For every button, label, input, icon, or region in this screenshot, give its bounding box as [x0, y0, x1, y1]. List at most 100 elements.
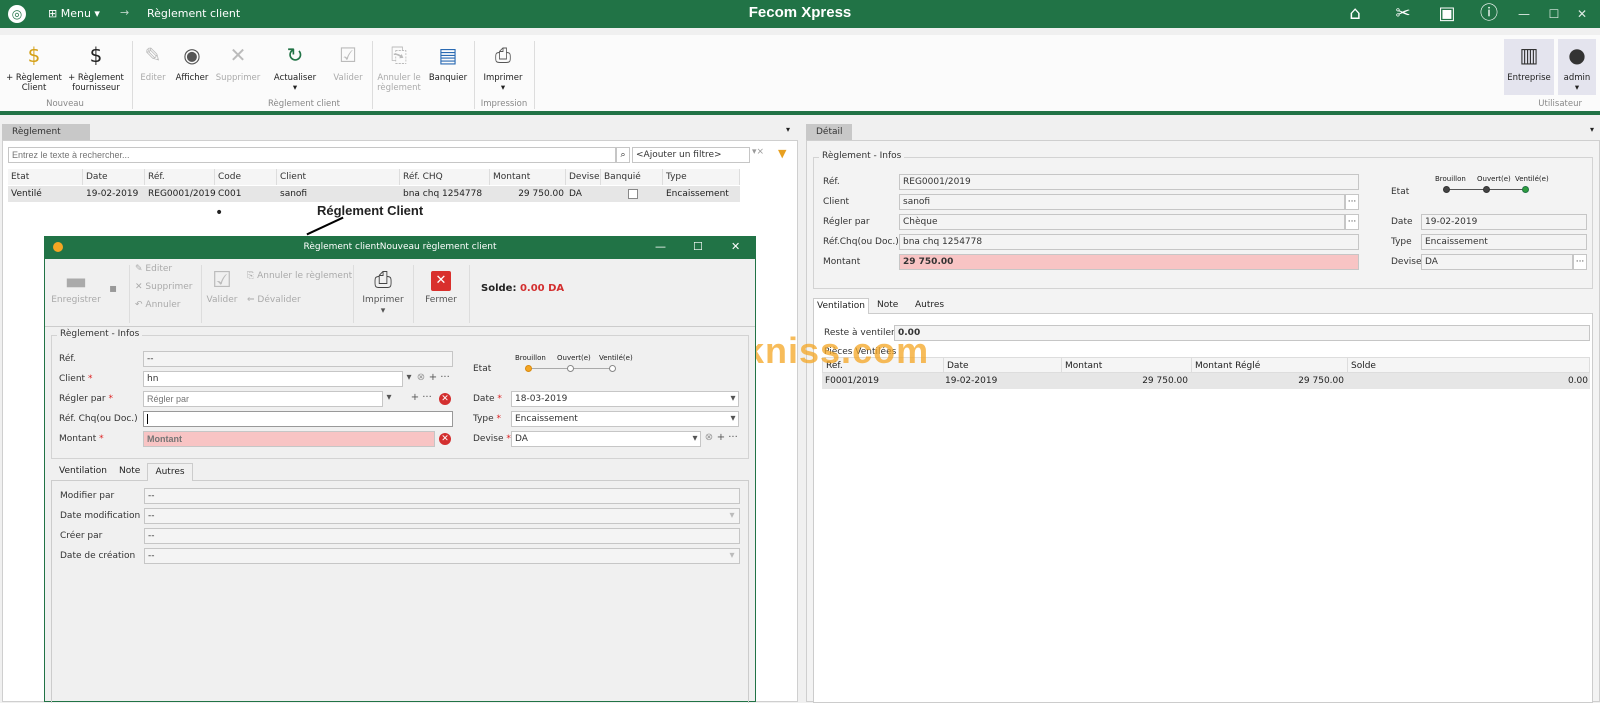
cancel-payment-button[interactable]: ⎘ Annuler le règlement	[247, 271, 352, 282]
save-close-icon[interactable]: ▪	[109, 281, 117, 295]
dialog-maximize-button[interactable]: ☐	[693, 240, 703, 253]
chevron-down-icon[interactable]: ▾	[383, 391, 395, 405]
show-button[interactable]: ◉ Afficher	[172, 39, 212, 83]
print-button[interactable]: ⎙ Imprimer ▾	[480, 39, 526, 93]
more-icon[interactable]: ···	[727, 431, 739, 445]
col-ref-chq[interactable]: Réf. CHQ	[400, 169, 490, 185]
new-supplier-payment-button[interactable]: $ + Règlement fournisseur	[66, 39, 126, 93]
cancel-payment-button[interactable]: ⎘ Annuler le règlement	[374, 39, 424, 93]
tab-ventilation[interactable]: Ventilation	[813, 298, 869, 314]
col-montant[interactable]: Montant	[1061, 358, 1102, 374]
table-row[interactable]: F0001/2019 19-02-2019 29 750.00 29 750.0…	[822, 373, 1590, 389]
add-icon[interactable]: +	[427, 371, 439, 385]
close-form-button[interactable]: ✕ Fermer	[419, 267, 463, 306]
info-icon[interactable]: ⓘ	[1478, 3, 1500, 25]
bullet-mark: •	[215, 205, 224, 221]
col-montant[interactable]: Montant	[490, 169, 566, 185]
company-button[interactable]: ▥ Entreprise	[1504, 39, 1554, 95]
admin-button[interactable]: ● admin ▾	[1558, 39, 1596, 95]
refchq-value: bna chq 1254778	[899, 234, 1359, 250]
breadcrumb[interactable]: Règlement client	[147, 7, 240, 20]
col-code[interactable]: Code	[215, 169, 277, 185]
col-devise[interactable]: Devise	[566, 169, 601, 185]
chevron-down-icon[interactable]: ▾	[727, 392, 739, 406]
montant-input[interactable]	[143, 431, 435, 447]
cell-montant: 29 750.00	[518, 189, 564, 199]
col-banquie[interactable]: Banquié	[601, 169, 663, 185]
type-select[interactable]: Encaissement	[511, 411, 739, 427]
clear-filter-icon[interactable]: ▾⨯	[752, 147, 764, 157]
client-more-button[interactable]: ···	[1345, 194, 1359, 210]
chevron-down-icon[interactable]: ▾	[689, 432, 701, 446]
col-montant-regle[interactable]: Montant Réglé	[1191, 358, 1260, 374]
chevron-down-icon[interactable]: ▾	[727, 412, 739, 426]
col-client[interactable]: Client	[277, 169, 400, 185]
menu-button[interactable]: ⊞ Menu ▾	[48, 7, 100, 20]
date-input[interactable]: 18-03-2019	[511, 391, 739, 407]
step-dot	[1483, 186, 1490, 193]
dialog-close-button[interactable]: ✕	[731, 240, 740, 253]
search-icon[interactable]: ⌕	[616, 147, 630, 163]
col-ref[interactable]: Réf.	[145, 169, 215, 185]
detail-tab[interactable]: Détail	[806, 124, 852, 140]
add-icon[interactable]: +	[715, 431, 727, 445]
banker-button[interactable]: ▤ Banquier	[426, 39, 470, 83]
tab-autres[interactable]: Autres	[147, 463, 193, 481]
chevron-down-icon[interactable]: ▾	[1590, 125, 1594, 134]
pencil-icon: ✎	[144, 43, 162, 67]
new-supplier-payment-label: + Règlement fournisseur	[68, 73, 124, 93]
delete-button[interactable]: ✕ Supprimer	[214, 39, 262, 83]
tab-note[interactable]: Note	[877, 298, 898, 313]
refchq-input[interactable]	[143, 411, 453, 427]
col-date[interactable]: Date	[943, 358, 969, 374]
new-client-payment-label: + Règlement Client	[6, 73, 62, 93]
minimize-button[interactable]: —	[1514, 4, 1534, 24]
col-date[interactable]: Date	[83, 169, 145, 185]
filter-select[interactable]: <Ajouter un filtre>	[632, 147, 750, 163]
chevron-down-icon[interactable]: ▾	[403, 371, 415, 385]
tools-icon[interactable]: ✂	[1392, 3, 1414, 25]
tab-note[interactable]: Note	[119, 466, 140, 476]
dialog-minimize-button[interactable]: —	[655, 240, 666, 253]
validate-button[interactable]: ☑ Valider	[203, 267, 241, 306]
save-button[interactable]: ▬ Enregistrer	[51, 267, 101, 306]
dialog-title: Règlement clientNouveau règlement client	[303, 242, 497, 252]
client-input[interactable]: hn	[143, 371, 403, 387]
toolbar-divider	[413, 265, 414, 323]
devise-input[interactable]: DA	[511, 431, 701, 447]
print-button[interactable]: ⎙ Imprimer ▾	[359, 267, 407, 317]
list-tab[interactable]: Règlement client	[2, 124, 90, 153]
clear-icon[interactable]: ⊗	[703, 431, 715, 445]
col-solde[interactable]: Solde	[1347, 358, 1376, 374]
more-icon[interactable]: ···	[439, 371, 451, 385]
refresh-button[interactable]: ↻ Actualiser ▾	[270, 39, 320, 93]
modifier-par-value: --	[144, 488, 740, 504]
required-mark: *	[87, 374, 93, 384]
banquie-checkbox[interactable]	[628, 189, 638, 199]
unvalidate-button[interactable]: ⇐ Dévalider	[247, 295, 301, 306]
edit-button[interactable]: ✎ Editer	[136, 39, 170, 83]
cancel-button[interactable]: ↶ Annuler	[135, 300, 180, 311]
clear-icon[interactable]: ⊗	[415, 371, 427, 385]
more-icon[interactable]: ···	[421, 391, 433, 405]
validate-button[interactable]: ☑ Valider	[328, 39, 368, 83]
search-input[interactable]	[8, 147, 616, 163]
funnel-icon[interactable]: ▼	[778, 147, 786, 160]
id-card-icon[interactable]: ▣	[1436, 3, 1458, 25]
tab-autres[interactable]: Autres	[915, 298, 944, 313]
close-button[interactable]: ✕	[1572, 4, 1592, 24]
chevron-down-icon[interactable]: ▾	[786, 125, 790, 134]
col-type[interactable]: Type	[663, 169, 740, 185]
delete-button[interactable]: ✕ Supprimer	[135, 282, 192, 293]
devise-more-button[interactable]: ···	[1573, 254, 1587, 270]
col-etat[interactable]: Etat	[8, 169, 83, 185]
maximize-button[interactable]: ☐	[1544, 4, 1564, 24]
add-icon[interactable]: +	[409, 391, 421, 405]
table-row[interactable]: Ventilé 19-02-2019 REG0001/2019 C001 san…	[8, 186, 740, 202]
tab-ventilation[interactable]: Ventilation	[59, 466, 107, 476]
regler-more-button[interactable]: ···	[1345, 214, 1359, 230]
new-client-payment-button[interactable]: $ + Règlement Client	[4, 39, 64, 93]
edit-button[interactable]: ✎ Editer	[135, 264, 172, 275]
dashboard-icon[interactable]: ⌂	[1344, 3, 1366, 25]
regler-input[interactable]	[143, 391, 383, 407]
